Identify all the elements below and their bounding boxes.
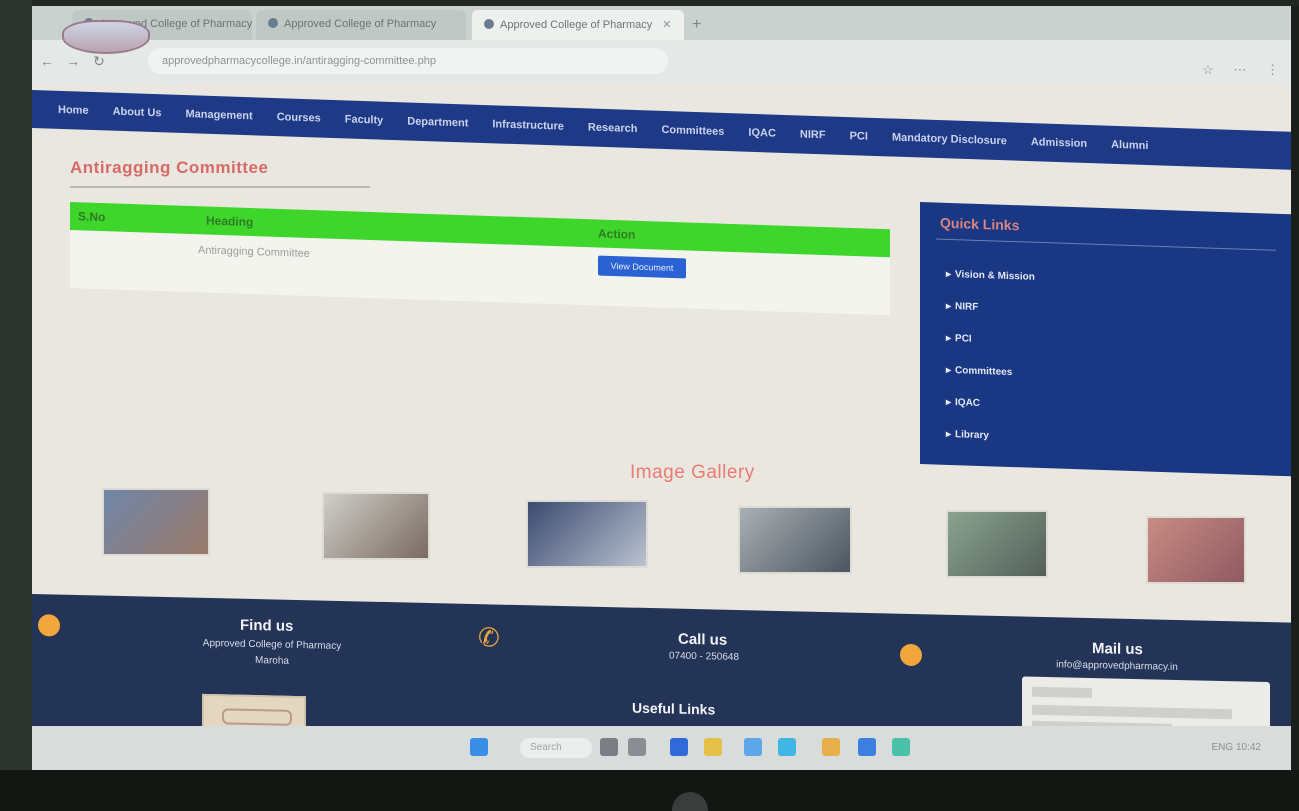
new-tab-button[interactable]: +	[692, 16, 701, 34]
quick-link-label: Committees	[955, 365, 1013, 379]
browser-tab-bar: Approved College of Pharmacy Approved Co…	[32, 6, 1291, 40]
windows-start-icon[interactable]	[470, 738, 488, 756]
address-bar-area: ← → ↻ approvedpharmacycollege.in/antirag…	[32, 40, 1291, 84]
mail-us-address: info@approvedpharmacy.in	[1056, 659, 1178, 674]
edge-icon[interactable]	[778, 738, 796, 756]
quick-link-item[interactable]: ▸ Committees	[946, 365, 1012, 378]
nav-item[interactable]: Committees	[649, 123, 736, 138]
store-icon[interactable]	[744, 738, 762, 756]
find-us-city: Maroha	[255, 655, 289, 667]
monitor-bezel-bottom	[0, 770, 1299, 811]
nav-item[interactable]: Faculty	[333, 113, 396, 127]
nav-item[interactable]: Infrastructure	[480, 118, 576, 133]
favicon-icon	[484, 19, 494, 29]
quick-link-item[interactable]: ▸ NIRF	[946, 301, 978, 313]
back-icon[interactable]: ←	[38, 52, 56, 70]
quick-link-item[interactable]: ▸ IQAC	[946, 397, 980, 409]
quick-links-title: Quick Links	[940, 214, 1020, 234]
quick-links-panel: Quick Links ▸ Vision & Mission ▸ NIRF ▸ PCI…	[920, 202, 1291, 477]
quick-link-label: PCI	[955, 333, 972, 345]
quick-link-item[interactable]: ▸ PCI	[946, 333, 972, 345]
view-document-button[interactable]: View Document	[598, 255, 686, 279]
nav-item[interactable]: Research	[576, 121, 650, 135]
quick-link-label: Library	[955, 429, 989, 442]
system-tray[interactable]: ENG 10:42	[1212, 742, 1261, 753]
title-divider	[70, 186, 370, 188]
nav-item[interactable]: IQAC	[736, 126, 788, 140]
nav-item[interactable]: Mandatory Disclosure	[880, 131, 1019, 148]
widgets-icon[interactable]	[628, 738, 646, 756]
chevron-right-icon: ▸	[946, 428, 952, 441]
nav-item[interactable]: Alumni	[1099, 138, 1160, 152]
gallery-photo-lab-session[interactable]	[322, 492, 430, 560]
nav-item[interactable]: PCI	[838, 130, 880, 143]
documents-table: S.No Heading Action Antiragging Committe…	[70, 202, 890, 316]
monitor-bezel-left	[0, 0, 32, 811]
app-icon[interactable]	[822, 738, 840, 756]
table-header-row: S.No Heading Action	[70, 202, 890, 258]
nav-item[interactable]: NIRF	[788, 128, 838, 142]
mail-icon	[900, 643, 922, 667]
quick-links-divider	[936, 238, 1276, 251]
quick-link-item[interactable]: ▸ Vision & Mission	[946, 269, 1035, 283]
quick-link-label: Vision & Mission	[955, 269, 1035, 283]
column-header-sno: S.No	[78, 209, 106, 225]
nav-item[interactable]: Department	[395, 115, 480, 130]
nav-item[interactable]: Admission	[1019, 136, 1099, 151]
find-us-address: Approved College of Pharmacy	[202, 637, 342, 653]
college-logo	[62, 20, 150, 54]
column-header-action: Action	[598, 226, 636, 242]
forward-icon[interactable]: →	[64, 52, 82, 70]
quick-link-item[interactable]: ▸ Library	[946, 429, 989, 441]
close-tab-icon[interactable]: ✕	[662, 19, 671, 31]
page-title: Antiragging Committee	[70, 158, 269, 177]
gallery-photo-garden-view[interactable]	[946, 510, 1048, 578]
quick-link-label: IQAC	[955, 397, 981, 409]
screen: Approved College of Pharmacy Approved Co…	[32, 6, 1291, 770]
browser-tab-3[interactable]: Approved College of Pharmacy ✕	[472, 10, 684, 40]
chevron-right-icon: ▸	[946, 396, 952, 409]
task-view-icon[interactable]	[600, 738, 618, 756]
notification-line	[1032, 686, 1092, 699]
chevron-right-icon: ▸	[946, 300, 952, 313]
gallery-photo-campus-building[interactable]	[102, 488, 210, 556]
quick-link-label: NIRF	[955, 301, 979, 313]
mail-us-heading: Mail us	[1092, 640, 1143, 659]
call-us-number: 07400 - 250648	[668, 650, 740, 664]
tab-label: Approved College of Pharmacy	[284, 18, 437, 30]
chevron-right-icon: ▸	[946, 332, 952, 345]
chevron-right-icon: ▸	[946, 364, 952, 377]
nav-item[interactable]: Home	[46, 103, 101, 117]
nav-item[interactable]: Courses	[265, 111, 333, 125]
os-taskbar: Search ENG 10:42	[32, 726, 1291, 770]
gallery-photo-group-photo[interactable]	[738, 506, 852, 574]
call-us-heading: Call us	[678, 630, 728, 649]
browser-app-icon[interactable]	[670, 738, 688, 756]
gallery-title: Image Gallery	[630, 462, 755, 483]
useful-links-heading: Useful Links	[632, 699, 716, 718]
tab-label: Approved College of Pharmacy	[500, 19, 653, 31]
nav-item[interactable]: About Us	[101, 105, 174, 120]
chevron-right-icon: ▸	[946, 268, 952, 281]
find-us-heading: Find us	[240, 616, 294, 635]
browser-toolbar-icons[interactable]: ☆ ⋯ ⋮	[1137, 62, 1287, 80]
app-icon[interactable]	[858, 738, 876, 756]
phone-icon: ✆	[478, 622, 500, 653]
favicon-icon	[268, 18, 278, 28]
gallery-photo-auditorium-event[interactable]	[526, 500, 648, 568]
browser-tab-2[interactable]: Approved College of Pharmacy	[256, 10, 466, 40]
app-icon[interactable]	[892, 738, 910, 756]
taskbar-search[interactable]: Search	[520, 738, 592, 758]
column-header-heading: Heading	[206, 213, 254, 230]
gallery-photo-students-gathering[interactable]	[1146, 516, 1246, 584]
reload-icon[interactable]: ↻	[90, 52, 108, 70]
row-heading-cell: Antiragging Committee	[198, 244, 310, 260]
file-explorer-icon[interactable]	[704, 738, 722, 756]
location-icon	[38, 614, 60, 637]
url-input[interactable]: approvedpharmacycollege.in/antiragging-c…	[148, 48, 668, 74]
notification-line	[1032, 704, 1232, 720]
nav-item[interactable]: Management	[173, 108, 264, 123]
